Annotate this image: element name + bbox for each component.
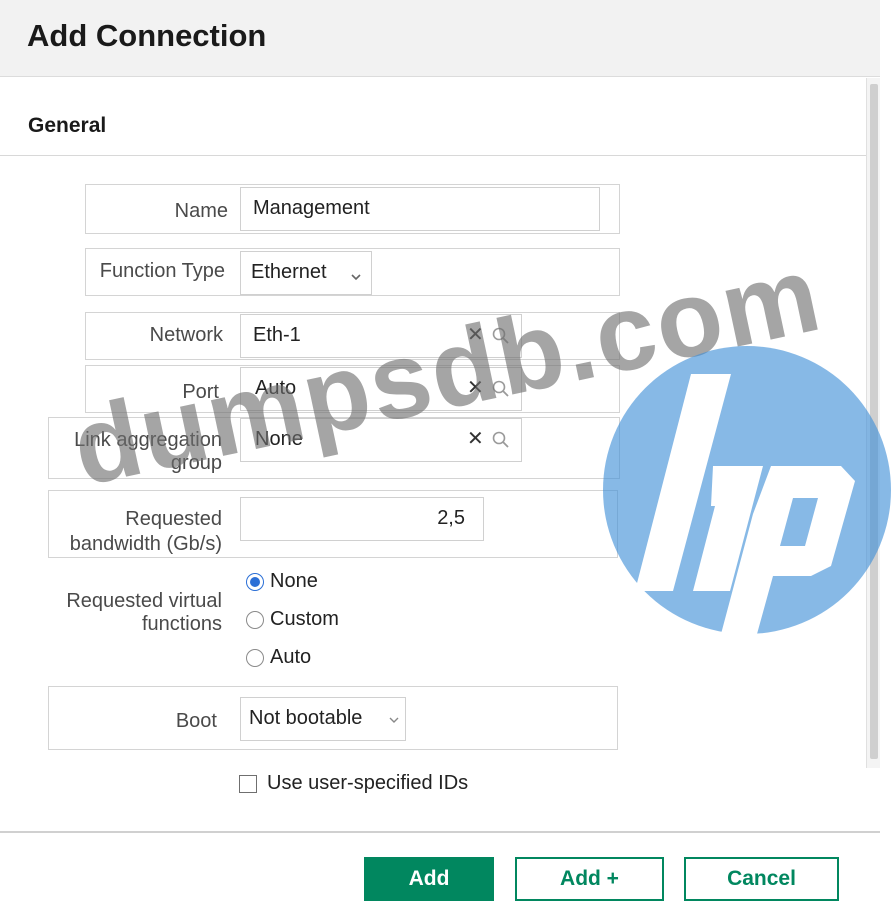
chevron-down-icon	[351, 274, 361, 281]
section-title-general: General	[28, 114, 107, 137]
virtual-functions-label-line1: Requested virtual	[66, 590, 222, 612]
clear-icon[interactable]: ✕	[467, 419, 484, 459]
cancel-button[interactable]: Cancel	[684, 857, 839, 901]
network-label: Network	[149, 324, 223, 346]
clear-icon[interactable]: ✕	[467, 368, 484, 408]
radio-label: Custom	[270, 608, 339, 630]
port-input[interactable]: Auto ✕	[240, 367, 522, 411]
radio-button[interactable]	[246, 610, 264, 629]
section-divider	[0, 155, 866, 156]
lag-label-line1: Link aggregation	[74, 429, 222, 451]
add-button[interactable]: Add	[364, 857, 494, 901]
virtual-functions-label-line2: functions	[141, 613, 222, 635]
network-input[interactable]: Eth-1 ✕	[240, 314, 522, 358]
user-ids-checkbox-row[interactable]: Use user-specified IDs	[239, 772, 468, 795]
boot-select[interactable]: Not bootable	[240, 697, 406, 741]
scrollbar-thumb[interactable]	[870, 84, 878, 759]
boot-label: Boot	[175, 710, 217, 732]
clear-icon[interactable]: ✕	[467, 315, 484, 355]
boot-value: Not bootable	[249, 707, 363, 729]
function-type-select[interactable]: Ethernet	[240, 251, 372, 295]
function-type-label: Function Type	[99, 260, 225, 282]
radio-option-custom[interactable]: Custom	[246, 608, 339, 631]
lag-label-line2: group	[170, 452, 222, 474]
name-input[interactable]: Management	[240, 187, 600, 231]
radio-label: None	[270, 570, 318, 592]
footer-divider	[0, 831, 880, 833]
name-input-value: Management	[253, 197, 370, 219]
radio-option-auto[interactable]: Auto	[246, 646, 311, 669]
radio-button[interactable]	[246, 648, 264, 667]
port-value: Auto	[255, 377, 297, 399]
bandwidth-value: 2,5	[437, 507, 465, 529]
add-plus-button[interactable]: Add +	[515, 857, 664, 901]
lag-value: None	[255, 428, 303, 450]
search-icon[interactable]	[491, 326, 511, 346]
port-label: Port	[182, 381, 219, 403]
function-type-value: Ethernet	[251, 261, 327, 283]
user-ids-label: Use user-specified IDs	[267, 772, 469, 794]
lag-input[interactable]: None ✕	[240, 418, 522, 462]
dialog-header: Add Connection	[0, 0, 880, 77]
network-value: Eth-1	[253, 324, 301, 346]
name-label: Name	[174, 200, 228, 222]
search-icon[interactable]	[491, 430, 511, 450]
bandwidth-input[interactable]: 2,5	[240, 497, 484, 541]
vertical-scrollbar[interactable]	[866, 78, 880, 768]
dialog-title: Add Connection	[27, 18, 267, 53]
search-icon[interactable]	[491, 379, 511, 399]
radio-label: Auto	[270, 646, 312, 668]
hp-logo-watermark	[603, 346, 891, 634]
radio-option-none[interactable]: None	[246, 570, 318, 593]
bandwidth-label-line1: Requested	[125, 508, 222, 530]
bandwidth-label-line2: bandwidth (Gb/s)	[69, 533, 222, 555]
user-ids-checkbox[interactable]	[239, 774, 257, 793]
chevron-down-icon	[389, 717, 399, 723]
radio-button[interactable]	[246, 572, 264, 591]
